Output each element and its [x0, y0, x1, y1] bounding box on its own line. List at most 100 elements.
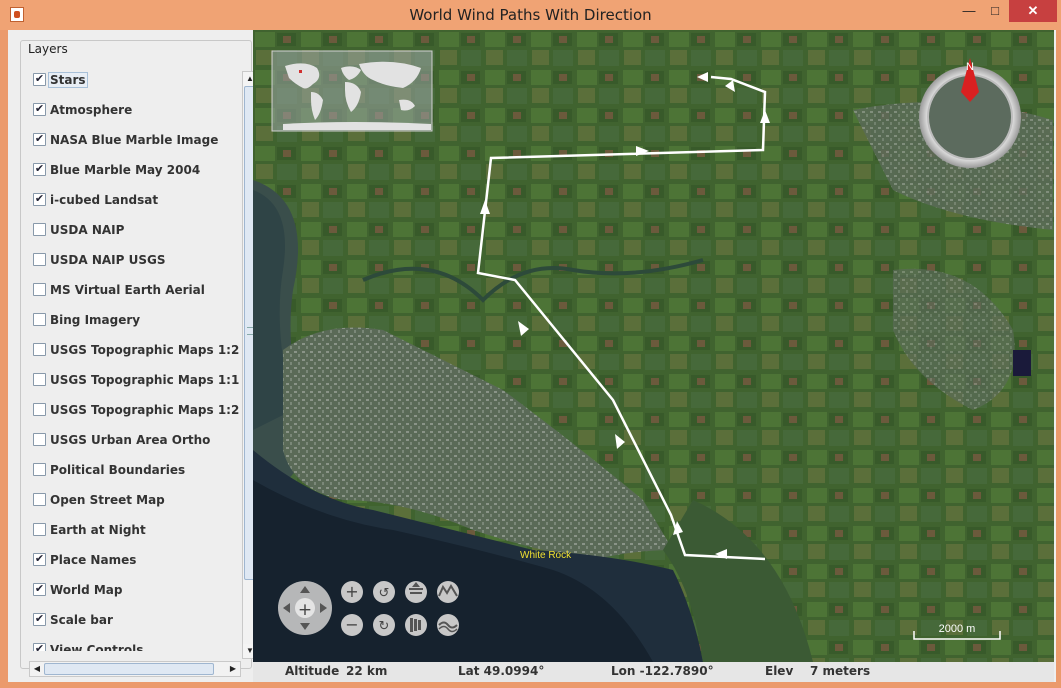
title-bar[interactable]: World Wind Paths With Direction — □ ✕ — [0, 0, 1061, 30]
layer-label[interactable]: USDA NAIP USGS — [49, 253, 166, 267]
layer-checkbox[interactable] — [33, 373, 46, 386]
layer-checkbox[interactable] — [33, 493, 46, 506]
layer-label[interactable]: Earth at Night — [49, 523, 147, 537]
layer-label[interactable]: World Map — [49, 583, 123, 597]
layer-item[interactable]: ✔ Place Names — [29, 549, 239, 571]
place-name-white-rock: White Rock — [520, 550, 572, 561]
layer-list-horizontal-scrollbar[interactable]: ◀ ▶ — [29, 661, 241, 677]
layer-checkbox[interactable]: ✔ — [33, 553, 46, 566]
horizontal-scroll-thumb[interactable] — [44, 663, 214, 675]
world-map-overview[interactable] — [271, 50, 433, 132]
svg-text:↺: ↺ — [379, 586, 390, 601]
heading-left-icon[interactable]: ↺ — [373, 581, 395, 603]
layer-checkbox[interactable] — [33, 283, 46, 296]
vertical-exaggeration-up-icon[interactable] — [437, 581, 459, 603]
svg-text:↻: ↻ — [379, 619, 390, 634]
svg-text:−: − — [345, 615, 358, 634]
app-window: World Wind Paths With Direction — □ ✕ La… — [0, 0, 1061, 688]
layer-label[interactable]: MS Virtual Earth Aerial — [49, 283, 206, 297]
window-title: World Wind Paths With Direction — [409, 6, 652, 24]
layer-label[interactable]: USGS Topographic Maps 1:24K — [49, 403, 239, 417]
zoom-out-icon[interactable]: − — [341, 614, 363, 636]
world-wind-map-canvas[interactable]: N White Rock 2000 m + + − ↺ ↻ — [253, 30, 1054, 662]
pitch-up-icon[interactable] — [405, 581, 427, 603]
elevation-label: Elev — [765, 664, 794, 678]
layer-checkbox[interactable] — [33, 343, 46, 356]
layer-checkbox[interactable]: ✔ — [33, 73, 46, 86]
maximize-button[interactable]: □ — [980, 0, 1010, 22]
layer-label[interactable]: NASA Blue Marble Image — [49, 133, 219, 147]
layer-item[interactable]: Open Street Map — [29, 489, 239, 511]
layer-checkbox[interactable] — [33, 463, 46, 476]
compass-north-marker: N — [966, 61, 974, 73]
layer-item[interactable]: Bing Imagery — [29, 309, 239, 331]
layers-panel: Layers ✔ Stars ✔ Atmosphere ✔ NASA Blue Marbl… — [20, 40, 258, 677]
elevation-value: 7 meters — [810, 664, 871, 678]
layer-item[interactable]: USGS Urban Area Ortho — [29, 429, 239, 451]
layer-label[interactable]: View Controls — [49, 643, 144, 651]
layer-label[interactable]: USGS Topographic Maps 1:250 — [49, 343, 239, 357]
layer-checkbox[interactable]: ✔ — [33, 103, 46, 116]
layer-checkbox[interactable] — [33, 313, 46, 326]
layers-panel-title: Layers — [25, 42, 71, 56]
layer-item[interactable]: ✔ i-cubed Landsat — [29, 189, 239, 211]
layer-checkbox[interactable] — [33, 223, 46, 236]
svg-text:+: + — [345, 582, 358, 601]
layer-checkbox[interactable]: ✔ — [33, 643, 46, 651]
status-bar: Altitude 22 km Lat 49.0994° Lon -122.789… — [253, 662, 1054, 682]
scale-bar-label: 2000 m — [939, 623, 976, 635]
layer-checkbox[interactable]: ✔ — [33, 583, 46, 596]
layer-checkbox[interactable] — [33, 523, 46, 536]
scroll-right-arrow-icon[interactable]: ▶ — [226, 662, 240, 676]
layer-item[interactable]: ✔ NASA Blue Marble Image — [29, 129, 239, 151]
layer-item[interactable]: USGS Topographic Maps 1:250 — [29, 339, 239, 361]
layer-item[interactable]: ✔ Scale bar — [29, 609, 239, 631]
layer-label[interactable]: i-cubed Landsat — [49, 193, 159, 207]
layer-item[interactable]: USGS Topographic Maps 1:24K — [29, 399, 239, 421]
scroll-left-arrow-icon[interactable]: ◀ — [30, 662, 44, 676]
vertical-exaggeration-down-icon[interactable] — [437, 614, 459, 636]
content-area: Layers ✔ Stars ✔ Atmosphere ✔ NASA Blue Marbl… — [8, 30, 1056, 682]
layer-checkbox[interactable] — [33, 253, 46, 266]
layer-item[interactable]: USGS Topographic Maps 1:100 — [29, 369, 239, 391]
pan-icon[interactable]: + — [278, 581, 332, 635]
latitude-readout: Lat 49.0994° — [458, 664, 545, 678]
layer-item[interactable]: USDA NAIP — [29, 219, 239, 241]
layer-label[interactable]: Open Street Map — [49, 493, 166, 507]
svg-text:+: + — [298, 600, 312, 620]
layer-label[interactable]: Stars — [48, 72, 88, 88]
layer-item[interactable]: USDA NAIP USGS — [29, 249, 239, 271]
layer-label[interactable]: USDA NAIP — [49, 223, 125, 237]
layer-item[interactable]: MS Virtual Earth Aerial — [29, 279, 239, 301]
longitude-readout: Lon -122.7890° — [611, 664, 714, 678]
layer-checkbox[interactable]: ✔ — [33, 133, 46, 146]
close-button[interactable]: ✕ — [1009, 0, 1057, 22]
layer-label[interactable]: Place Names — [49, 553, 137, 567]
layer-item[interactable]: ✔ World Map — [29, 579, 239, 601]
heading-right-icon[interactable]: ↻ — [373, 614, 395, 636]
layer-checkbox[interactable]: ✔ — [33, 163, 46, 176]
altitude-label: Altitude — [285, 664, 340, 678]
layer-label[interactable]: USGS Urban Area Ortho — [49, 433, 211, 447]
layer-item[interactable]: Earth at Night — [29, 519, 239, 541]
layer-label[interactable]: Bing Imagery — [49, 313, 141, 327]
layer-checkbox[interactable] — [33, 433, 46, 446]
altitude-value: 22 km — [346, 664, 388, 678]
layer-label[interactable]: Political Boundaries — [49, 463, 186, 477]
layer-label[interactable]: Atmosphere — [49, 103, 133, 117]
layer-list: ✔ Stars ✔ Atmosphere ✔ NASA Blue Marble Image… — [29, 69, 239, 651]
layer-item[interactable]: ✔ Blue Marble May 2004 — [29, 159, 239, 181]
layer-item[interactable]: ✔ Atmosphere — [29, 99, 239, 121]
map-view[interactable]: N White Rock 2000 m + + − ↺ ↻ — [253, 30, 1054, 662]
layer-label[interactable]: USGS Topographic Maps 1:100 — [49, 373, 239, 387]
zoom-in-icon[interactable]: + — [341, 581, 363, 603]
layer-label[interactable]: Blue Marble May 2004 — [49, 163, 201, 177]
layer-checkbox[interactable]: ✔ — [33, 613, 46, 626]
layer-checkbox[interactable] — [33, 403, 46, 416]
layer-item[interactable]: ✔ Stars — [29, 69, 239, 91]
layer-checkbox[interactable]: ✔ — [33, 193, 46, 206]
layer-label[interactable]: Scale bar — [49, 613, 114, 627]
pitch-down-icon[interactable] — [405, 614, 427, 636]
layer-item[interactable]: ✔ View Controls — [29, 639, 239, 651]
layer-item[interactable]: Political Boundaries — [29, 459, 239, 481]
